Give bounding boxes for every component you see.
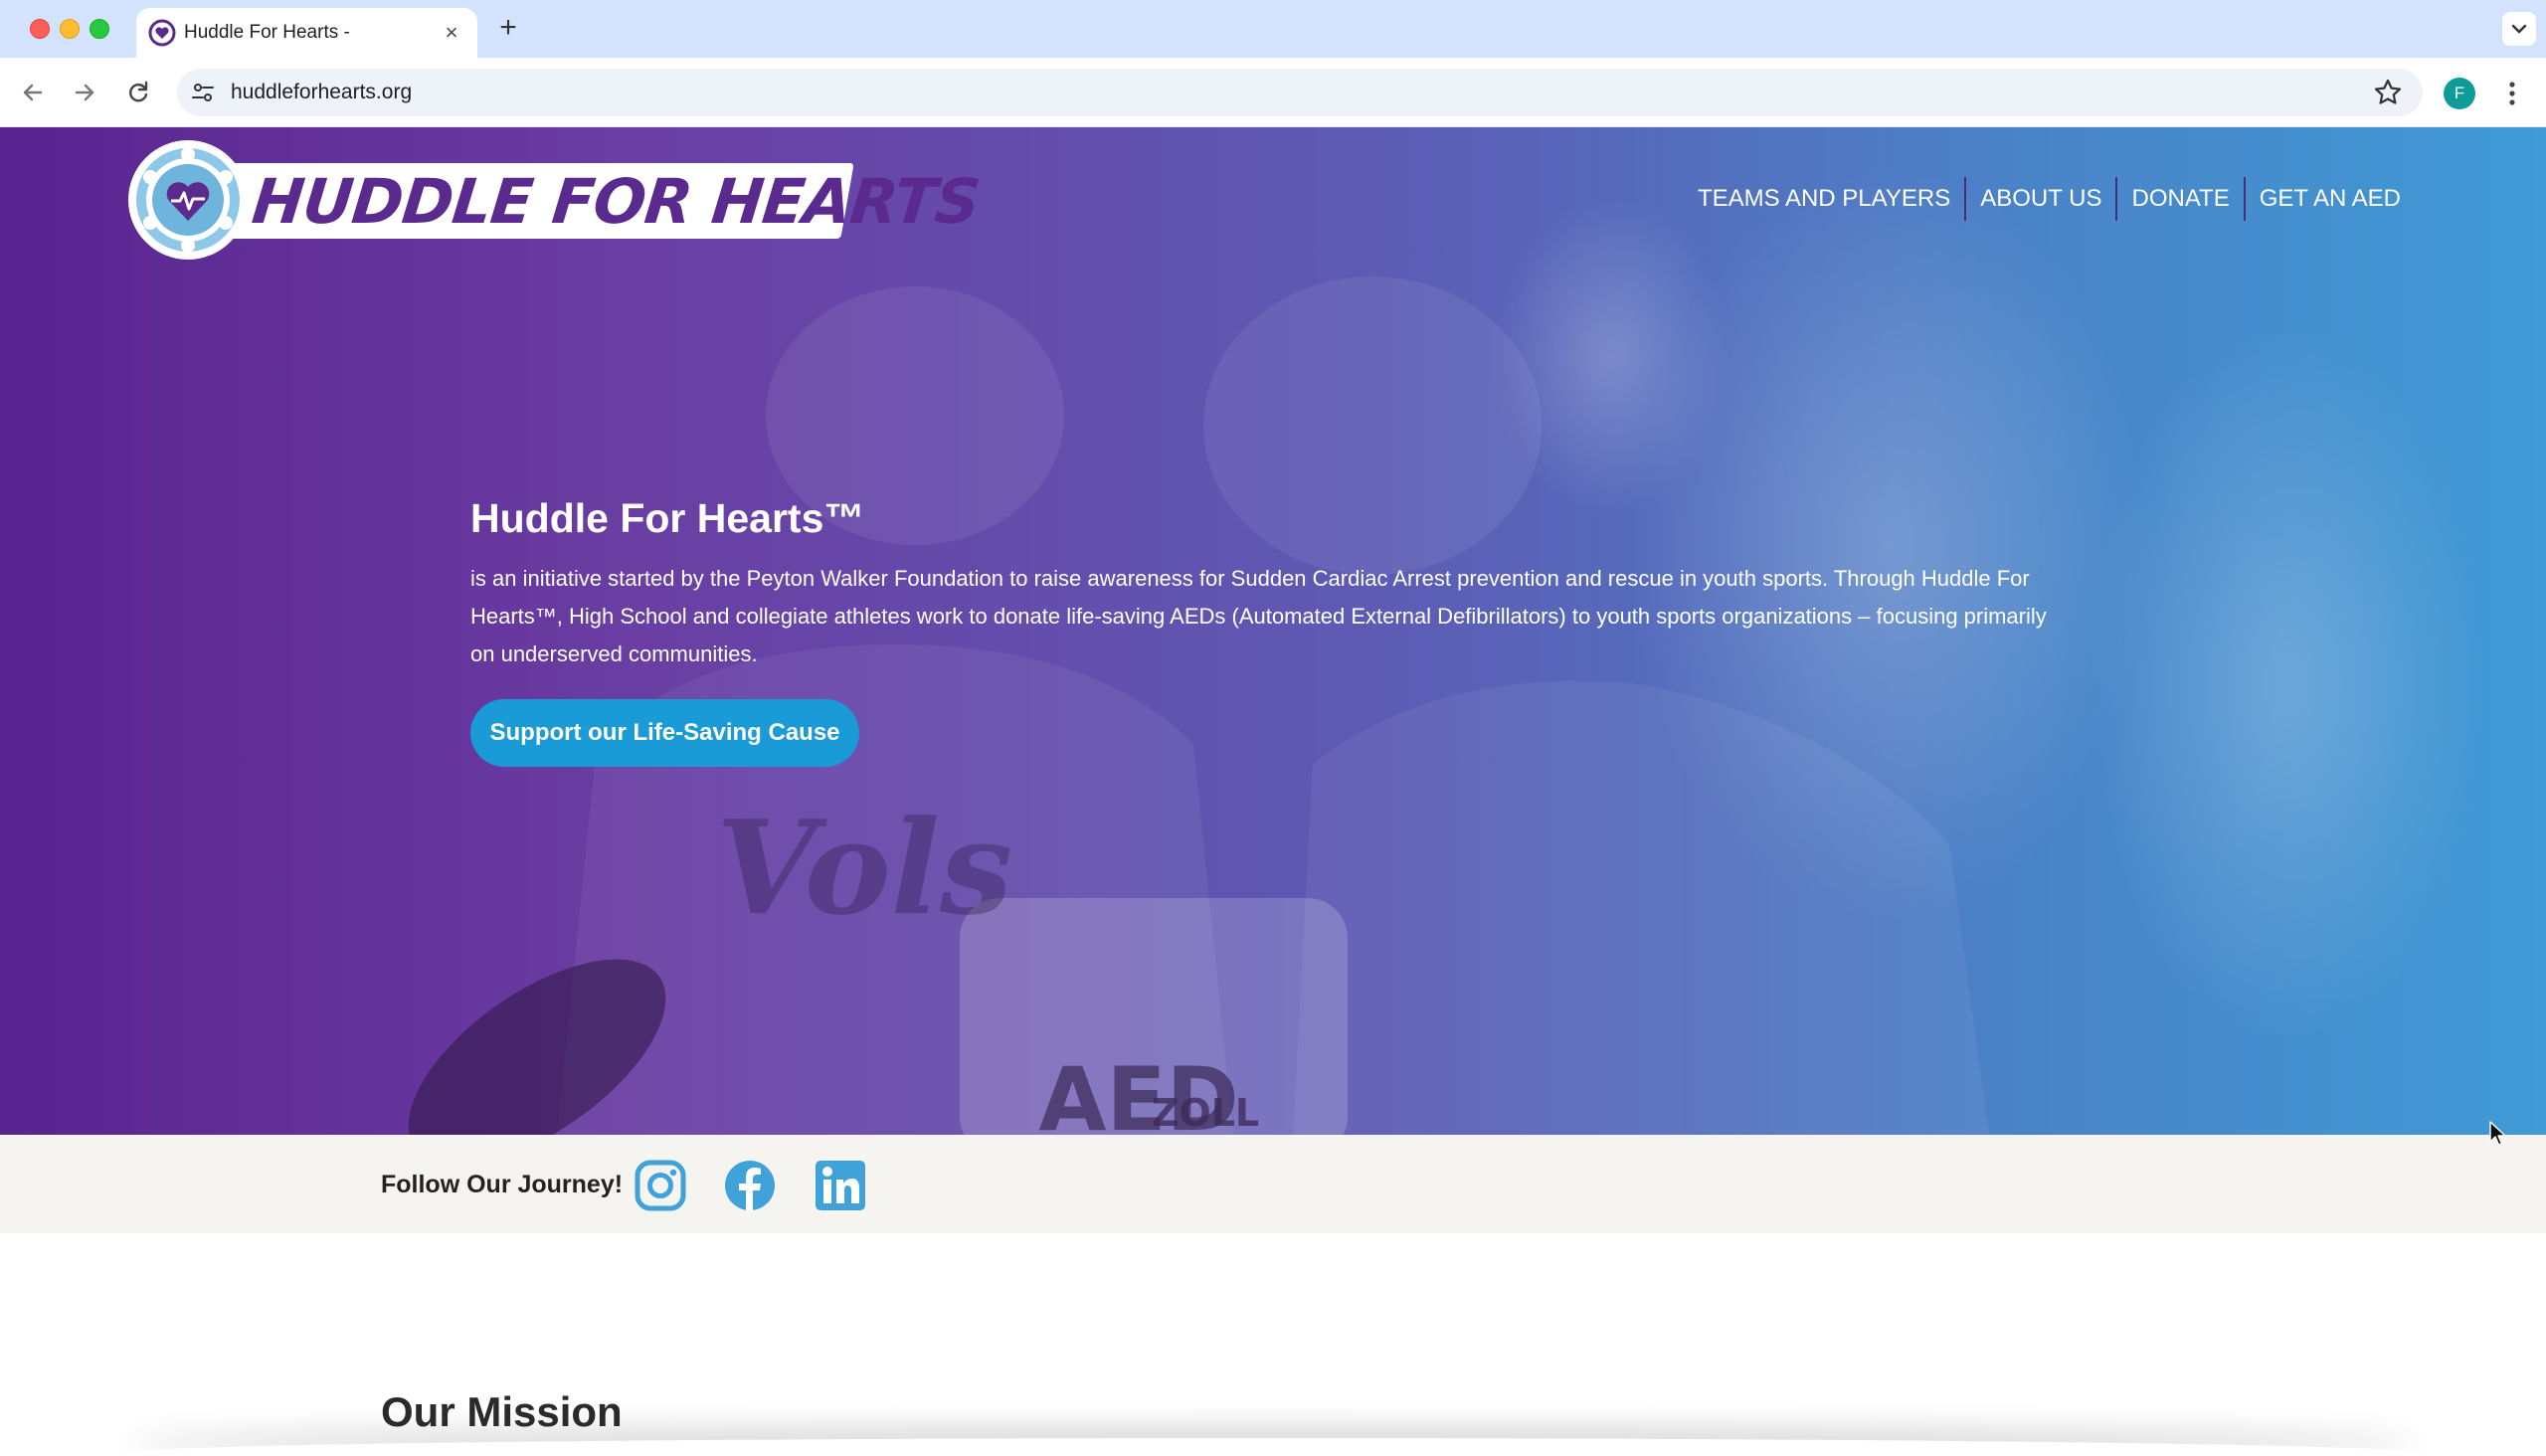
mission-heading: Our Mission <box>381 1388 623 1435</box>
site-logo[interactable]: HUDDLE FOR HEARTS <box>125 137 983 267</box>
hero-content: Huddle For Hearts™ is an initiative star… <box>470 495 2082 673</box>
heart-huddle-emblem-icon <box>128 140 248 260</box>
site-favicon-icon <box>148 19 176 47</box>
new-tab-plus-icon[interactable]: + <box>493 13 523 44</box>
profile-avatar[interactable]: F <box>2444 78 2475 109</box>
forward-arrow-icon[interactable] <box>66 74 103 111</box>
hero-section: ZOLL AED Vols HUDDLE FOR HEARTS TEAMS AN… <box>0 127 2546 1135</box>
window-close-button[interactable] <box>30 19 50 39</box>
nav-get-an-aed[interactable]: GET AN AED <box>2246 185 2415 213</box>
photo-aed-text: AED <box>1038 1048 1238 1135</box>
facebook-icon[interactable] <box>723 1159 777 1212</box>
hero-description: is an initiative started by the Peyton W… <box>470 566 2047 666</box>
browser-tab-bar: Huddle For Hearts - × + <box>0 0 2546 58</box>
browser-tab-active[interactable]: Huddle For Hearts - × <box>136 8 477 58</box>
follow-label: Follow Our Journey! <box>381 1171 624 1198</box>
linkedin-icon[interactable] <box>814 1159 867 1212</box>
window-zoom-button[interactable] <box>90 19 109 39</box>
browser-menu-icon[interactable] <box>2498 76 2526 111</box>
url-text[interactable]: huddleforhearts.org <box>231 81 412 104</box>
tab-title: Huddle For Hearts - <box>184 22 350 43</box>
address-bar[interactable]: huddleforhearts.org <box>177 69 2423 116</box>
window-minimize-button[interactable] <box>60 19 80 39</box>
nav-teams-and-players[interactable]: TEAMS AND PLAYERS <box>1684 185 1964 213</box>
nav-about-us[interactable]: ABOUT US <box>1966 185 2115 213</box>
reload-icon[interactable] <box>119 74 157 111</box>
main-navigation: TEAMS AND PLAYERS ABOUT US DONATE GET AN… <box>1684 177 2415 221</box>
back-arrow-icon[interactable] <box>14 74 52 111</box>
nav-donate[interactable]: DONATE <box>2117 185 2243 213</box>
chevron-down-icon <box>2511 24 2527 34</box>
mouse-cursor-icon <box>2489 1121 2506 1146</box>
mission-card-shadow <box>129 1438 2417 1456</box>
tab-search-button[interactable] <box>2502 12 2536 46</box>
browser-toolbar: huddleforhearts.org F <box>0 58 2546 127</box>
logo-wordmark: HUDDLE FOR HEARTS <box>249 165 983 238</box>
photo-shirt-text: Vols <box>716 792 1012 944</box>
bookmark-star-icon[interactable] <box>2373 78 2403 107</box>
social-follow-bar: Follow Our Journey! <box>0 1135 2546 1233</box>
instagram-icon[interactable] <box>634 1159 687 1212</box>
tab-close-icon[interactable]: × <box>440 21 463 45</box>
support-cause-button[interactable]: Support our Life-Saving Cause <box>470 699 859 767</box>
site-settings-icon[interactable] <box>189 79 217 106</box>
hero-title: Huddle For Hearts™ <box>470 495 865 541</box>
